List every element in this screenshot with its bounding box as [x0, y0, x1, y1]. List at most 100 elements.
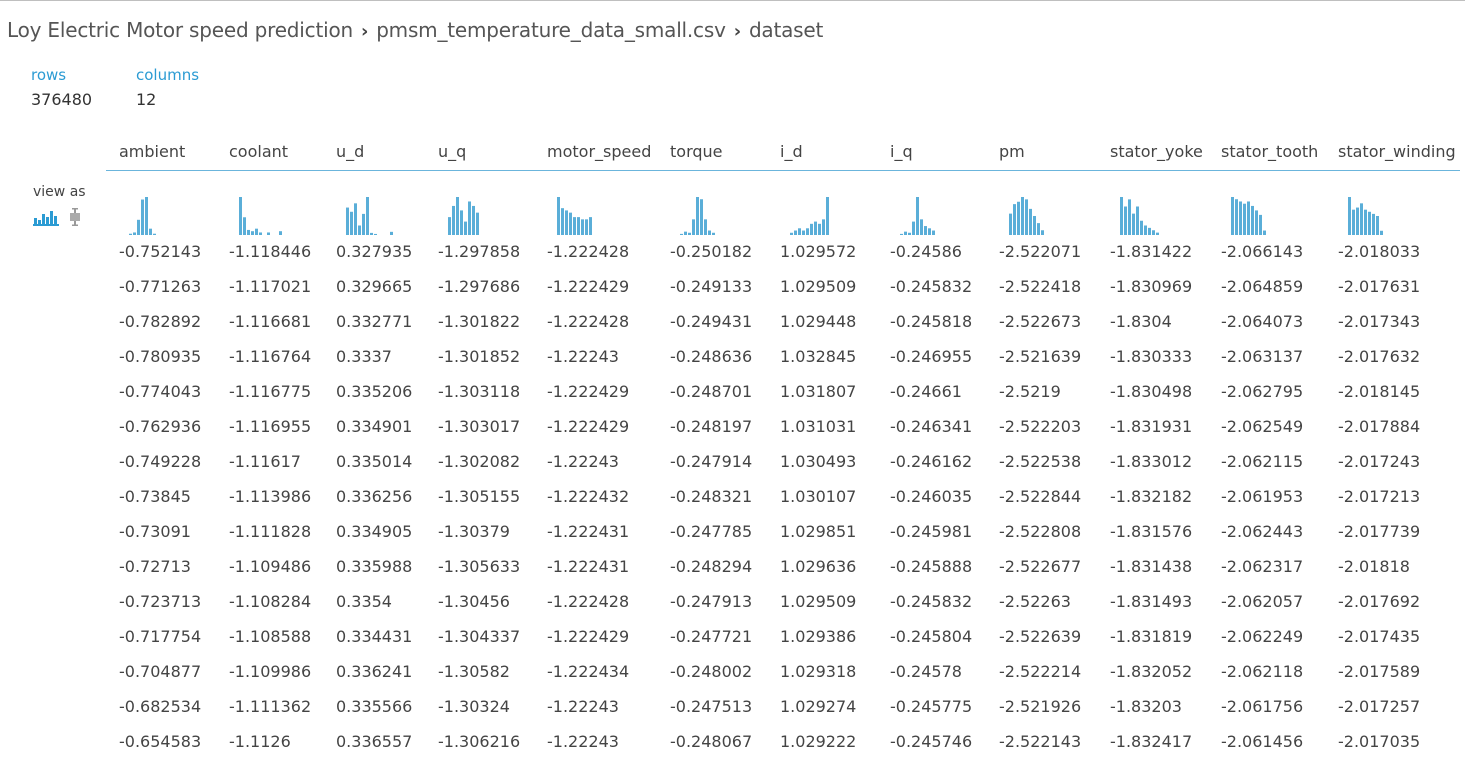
- table-cell: -0.24661: [890, 382, 962, 401]
- histogram-bar: [1360, 203, 1363, 235]
- column-header-u-q[interactable]: u_q: [438, 142, 466, 161]
- table-row[interactable]: -0.682534 -1.111362 0.335566 -1.30324 -1.222…: [106, 690, 1460, 725]
- table-row[interactable]: -0.704877 -1.109986 0.336241 -1.30582 -1.222…: [106, 655, 1460, 690]
- column-header-stator-winding[interactable]: stator_winding: [1338, 142, 1456, 161]
- column-histogram-pm[interactable]: [1009, 195, 1069, 235]
- histogram-bar: [1255, 210, 1258, 235]
- table-cell: -0.248294: [670, 557, 753, 576]
- column-histogram-i-d[interactable]: [790, 195, 850, 235]
- table-row[interactable]: -0.717754 -1.108588 0.334431 -1.304337 -1.22…: [106, 620, 1460, 655]
- histogram-bar: [581, 219, 584, 235]
- table-row[interactable]: -0.774043 -1.116775 0.335206 -1.303118 -1.22…: [106, 375, 1460, 410]
- table-cell: -2.521639: [999, 347, 1082, 366]
- top-border: [0, 0, 1465, 1]
- table-cell: -0.762936: [119, 417, 202, 436]
- histogram-bar: [468, 201, 471, 235]
- table-body: -0.752143 -1.118446 0.327935 -1.297858 -1.22…: [106, 235, 1460, 760]
- table-cell: -1.297858: [438, 242, 521, 261]
- histogram-bar: [141, 199, 144, 235]
- column-header-i-d[interactable]: i_d: [780, 142, 803, 161]
- table-cell: -2.062443: [1221, 522, 1304, 541]
- table-row[interactable]: -0.723713 -1.108284 0.3354 -1.30456 -1.22242…: [106, 585, 1460, 620]
- table-cell: -2.017739: [1338, 522, 1421, 541]
- table-row[interactable]: -0.762936 -1.116955 0.334901 -1.303017 -1.22…: [106, 410, 1460, 445]
- column-histogram-stator-tooth[interactable]: [1231, 195, 1291, 235]
- table-row[interactable]: -0.780935 -1.116764 0.3337 -1.301852 -1.2224…: [106, 340, 1460, 375]
- table-cell: -2.062118: [1221, 662, 1304, 681]
- table-row[interactable]: -0.782892 -1.116681 0.332771 -1.301822 -1.22…: [106, 305, 1460, 340]
- histogram-bar: [928, 228, 931, 235]
- table-row[interactable]: -0.73845 -1.113986 0.336256 -1.305155 -1.222…: [106, 480, 1460, 515]
- table-cell: -1.222429: [547, 417, 630, 436]
- table-cell: -1.832417: [1110, 732, 1193, 751]
- table-cell: -2.522844: [999, 487, 1082, 506]
- breadcrumb-file[interactable]: pmsm_temperature_data_small.csv: [376, 18, 726, 42]
- table-row[interactable]: -0.73091 -1.111828 0.334905 -1.30379 -1.2224…: [106, 515, 1460, 550]
- table-cell: -1.305633: [438, 557, 521, 576]
- table-cell: -2.521926: [999, 697, 1082, 716]
- table-cell: -0.246162: [890, 452, 973, 471]
- table-cell: -2.017257: [1338, 697, 1421, 716]
- histogram-bar: [569, 212, 572, 235]
- column-header-coolant[interactable]: coolant: [229, 142, 288, 161]
- histogram-bar: [1372, 213, 1375, 235]
- breadcrumb-experiment[interactable]: Loy Electric Motor speed prediction: [7, 18, 353, 42]
- column-header-stator-tooth[interactable]: stator_tooth: [1221, 142, 1318, 161]
- column-header-i-q[interactable]: i_q: [890, 142, 913, 161]
- histogram-row: [106, 171, 1460, 235]
- table-cell: -0.245775: [890, 697, 973, 716]
- table-cell: 1.029636: [780, 557, 857, 576]
- table-cell: -1.297686: [438, 277, 521, 296]
- table-row[interactable]: -0.654583 -1.1126 0.336557 -1.306216 -1.2224…: [106, 725, 1460, 760]
- table-cell: -1.832182: [1110, 487, 1193, 506]
- table-cell: -2.064073: [1221, 312, 1304, 331]
- column-histogram-stator-winding[interactable]: [1348, 195, 1408, 235]
- column-header-pm[interactable]: pm: [999, 142, 1025, 161]
- column-histogram-ambient[interactable]: [129, 195, 189, 235]
- column-histogram-stator-yoke[interactable]: [1120, 195, 1180, 235]
- column-histogram-motor-speed[interactable]: [557, 195, 617, 235]
- column-header-ambient[interactable]: ambient: [119, 142, 185, 161]
- column-header-torque[interactable]: torque: [670, 142, 723, 161]
- histogram-bar: [1124, 206, 1127, 235]
- histogram-bar: [1033, 216, 1036, 235]
- column-histogram-torque[interactable]: [680, 195, 740, 235]
- table-cell: -2.522808: [999, 522, 1082, 541]
- table-row[interactable]: -0.749228 -1.11617 0.335014 -1.302082 -1.222…: [106, 445, 1460, 480]
- histogram-bar: [1128, 199, 1131, 235]
- table-cell: -1.222428: [547, 312, 630, 331]
- table-cell: -1.22243: [547, 452, 619, 471]
- table-cell: -2.522143: [999, 732, 1082, 751]
- column-histogram-u-d[interactable]: [346, 195, 406, 235]
- table-cell: -2.017343: [1338, 312, 1421, 331]
- table-cell: 1.029318: [780, 662, 857, 681]
- table-cell: -1.109486: [229, 557, 312, 576]
- table-cell: -1.22243: [547, 347, 619, 366]
- table-cell: -0.247513: [670, 697, 753, 716]
- table-cell: -1.30456: [438, 592, 510, 611]
- column-header-motor-speed[interactable]: motor_speed: [547, 142, 651, 161]
- table-cell: -0.245888: [890, 557, 973, 576]
- histogram-bar: [464, 221, 467, 235]
- table-row[interactable]: -0.72713 -1.109486 0.335988 -1.305633 -1.222…: [106, 550, 1460, 585]
- histogram-bar: [358, 225, 361, 235]
- column-histogram-i-q[interactable]: [900, 195, 960, 235]
- table-cell: -2.061953: [1221, 487, 1304, 506]
- histogram-icon[interactable]: [33, 210, 59, 230]
- histogram-bar: [1348, 197, 1351, 235]
- column-histogram-u-q[interactable]: [448, 195, 508, 235]
- table-cell: -1.222429: [547, 277, 630, 296]
- table-cell: -2.017589: [1338, 662, 1421, 681]
- table-cell: 1.029509: [780, 277, 857, 296]
- table-row[interactable]: -0.771263 -1.117021 0.329665 -1.297686 -1.22…: [106, 270, 1460, 305]
- rows-value: 376480: [31, 90, 93, 109]
- column-header-u-d[interactable]: u_d: [336, 142, 364, 161]
- rows-stat: rows 376480: [31, 66, 92, 109]
- boxplot-icon[interactable]: [69, 208, 81, 230]
- column-histogram-coolant[interactable]: [239, 195, 299, 235]
- table-cell: -2.018145: [1338, 382, 1421, 401]
- histogram-bar: [822, 219, 825, 235]
- column-header-stator-yoke[interactable]: stator_yoke: [1110, 142, 1203, 161]
- table-cell: -1.304337: [438, 627, 521, 646]
- table-row[interactable]: -0.752143 -1.118446 0.327935 -1.297858 -1.22…: [106, 235, 1460, 270]
